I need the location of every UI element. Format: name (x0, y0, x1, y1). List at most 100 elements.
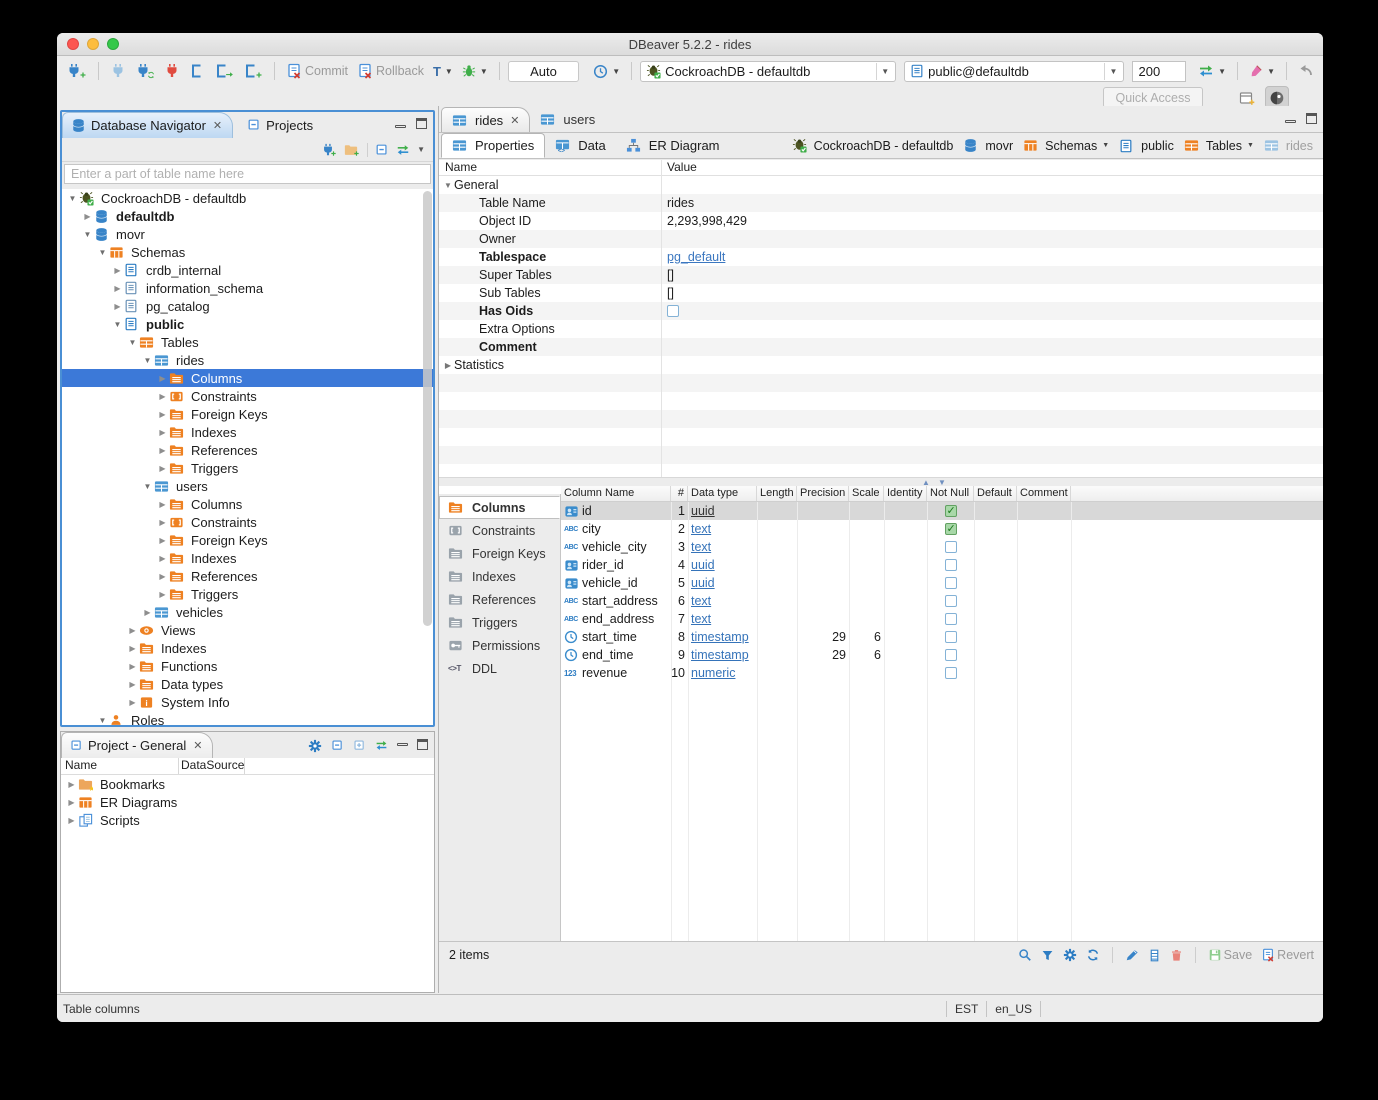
tree-item-pg-catalog[interactable]: ▶pg_catalog (62, 297, 433, 315)
project-item-bookmarks[interactable]: ▶Bookmarks (61, 775, 434, 793)
breadcrumb-movr[interactable]: movr (961, 137, 1015, 154)
properties-col-name[interactable]: Name (439, 160, 661, 175)
expander-open-icon[interactable]: ▼ (141, 356, 154, 365)
sidebar-item-triggers[interactable]: Triggers (439, 611, 560, 634)
edit-pencil-icon[interactable] (1125, 947, 1139, 962)
sidebar-item-references[interactable]: References (439, 588, 560, 611)
editor-tab-rides[interactable]: rides✕ (441, 107, 530, 132)
property-row-has-oids[interactable]: Has Oids (439, 302, 1323, 320)
tree-item-columns[interactable]: ▶Columns (62, 495, 433, 513)
expander-closed-icon[interactable]: ▶ (111, 302, 124, 311)
column-header-datasource[interactable]: DataSource (179, 758, 245, 774)
filter-icon[interactable] (1041, 947, 1054, 961)
expander-open-icon[interactable]: ▼ (81, 230, 94, 239)
expander-open-icon[interactable]: ▼ (66, 194, 79, 203)
property-row-sub-tables[interactable]: Sub Tables[] (439, 284, 1323, 302)
tab-database-navigator[interactable]: Database Navigator ✕ (62, 112, 233, 138)
expander-closed-icon[interactable]: ▶ (81, 212, 94, 221)
grid-row-start_time[interactable]: start_time8timestamp296 (561, 628, 1323, 646)
expand-all-icon[interactable] (353, 737, 366, 752)
subtab-er-diagram[interactable]: ER Diagram (616, 133, 730, 158)
close-icon[interactable]: ✕ (213, 119, 222, 132)
data-type-link[interactable]: timestamp (691, 630, 749, 644)
tree-item-constraints[interactable]: ▶Constraints (62, 387, 433, 405)
not-null-checkbox[interactable] (945, 559, 957, 571)
property-row-object-id[interactable]: Object ID2,293,998,429 (439, 212, 1323, 230)
data-type-link[interactable]: text (691, 522, 711, 536)
new-connection-button[interactable] (63, 61, 90, 81)
grid-header-comment[interactable]: Comment (1017, 486, 1071, 501)
sidebar-item-ddl[interactable]: <>TDDL (439, 657, 560, 680)
grid-row-vehicle_id[interactable]: vehicle_id5uuid (561, 574, 1323, 592)
data-type-link[interactable]: text (691, 612, 711, 626)
tree-item-indexes[interactable]: ▶Indexes (62, 639, 433, 657)
transaction-history-button[interactable]: ▼ (590, 62, 623, 81)
expander-closed-icon[interactable]: ▶ (126, 644, 139, 653)
data-type-link[interactable]: numeric (691, 666, 735, 680)
tree-item-tables[interactable]: ▼Tables (62, 333, 433, 351)
editor-tab-users[interactable]: users (530, 107, 605, 132)
has-oids-checkbox[interactable] (667, 305, 679, 317)
tree-item-users[interactable]: ▼users (62, 477, 433, 495)
refresh-button[interactable]: ▼ (1195, 61, 1229, 81)
tree-item-functions[interactable]: ▶Functions (62, 657, 433, 675)
table-filter-input[interactable] (71, 167, 424, 181)
view-menu-icon[interactable]: ▼ (417, 145, 425, 154)
expander-closed-icon[interactable]: ▶ (156, 590, 169, 599)
transaction-log-button[interactable]: T▼ (430, 62, 456, 81)
grid-row-start_address[interactable]: ABCstart_address6text (561, 592, 1323, 610)
minimize-view-icon[interactable] (397, 743, 408, 746)
not-null-checkbox[interactable] (945, 577, 957, 589)
grid-row-vehicle_city[interactable]: ABCvehicle_city3text (561, 538, 1323, 556)
project-item-er-diagrams[interactable]: ▶ER Diagrams (61, 793, 434, 811)
tree-item-indexes[interactable]: ▶Indexes (62, 423, 433, 441)
not-null-checkbox[interactable] (945, 541, 957, 553)
properties-column-divider[interactable] (661, 160, 662, 477)
tree-item-system-info[interactable]: ▶System Info (62, 693, 433, 711)
expander-open-icon[interactable]: ▼ (96, 248, 109, 257)
maximize-view-icon[interactable] (417, 739, 428, 750)
tree-item-data-types[interactable]: ▶Data types (62, 675, 433, 693)
property-row-general[interactable]: ▼General (439, 176, 1323, 194)
refresh-icon[interactable] (1086, 947, 1100, 962)
grid-header--[interactable]: # (671, 486, 688, 501)
expander-closed-icon[interactable]: ▶ (65, 816, 78, 825)
connection-selector[interactable]: CockroachDB - defaultdb ▼ (640, 61, 896, 82)
transaction-mode-button[interactable] (186, 61, 208, 81)
expander-open-icon[interactable]: ▼ (126, 338, 139, 347)
sidebar-item-indexes[interactable]: Indexes (439, 565, 560, 588)
tree-item-schemas[interactable]: ▼Schemas (62, 243, 433, 261)
expander-closed-icon[interactable]: ▶ (111, 284, 124, 293)
pane-splitter[interactable]: ▲ ▼ (439, 477, 1323, 486)
data-type-link[interactable]: uuid (691, 504, 715, 518)
tree-item-foreign-keys[interactable]: ▶Foreign Keys (62, 531, 433, 549)
grid-row-end_time[interactable]: end_time9timestamp296 (561, 646, 1323, 664)
data-type-link[interactable]: text (691, 594, 711, 608)
tree-item-roles[interactable]: ▼Roles (62, 711, 433, 725)
grid-header-identity[interactable]: Identity (884, 486, 927, 501)
tree-item-public[interactable]: ▼public (62, 315, 433, 333)
expander-closed-icon[interactable]: ▶ (156, 428, 169, 437)
grid-row-revenue[interactable]: 123revenue10numeric (561, 664, 1323, 682)
collapse-all-icon[interactable] (331, 737, 344, 752)
maximize-view-icon[interactable] (1306, 113, 1317, 124)
chevron-down-icon[interactable]: ▼ (1102, 142, 1109, 149)
grid-header-scale[interactable]: Scale (849, 486, 884, 501)
expander-closed-icon[interactable]: ▶ (126, 662, 139, 671)
grid-header-default[interactable]: Default (974, 486, 1017, 501)
expander-closed-icon[interactable]: ▶ (156, 464, 169, 473)
gear-icon[interactable] (1063, 947, 1077, 962)
tree-item-constraints[interactable]: ▶Constraints (62, 513, 433, 531)
tree-item-triggers[interactable]: ▶Triggers (62, 585, 433, 603)
tree-item-crdb-internal[interactable]: ▶crdb_internal (62, 261, 433, 279)
expander-open-icon[interactable]: ▼ (96, 716, 109, 725)
subtab-data[interactable]: Data (545, 133, 615, 158)
column-header-name[interactable]: Name (61, 758, 179, 774)
fetch-size-input[interactable]: 200 (1132, 61, 1186, 82)
add-row-icon[interactable] (1148, 947, 1161, 961)
tree-item-columns[interactable]: ▶Columns (62, 369, 433, 387)
expander-closed-icon[interactable]: ▶ (156, 518, 169, 527)
delete-row-icon[interactable] (1170, 947, 1183, 961)
tree-item-views[interactable]: ▶Views (62, 621, 433, 639)
expander-open-icon[interactable]: ▼ (141, 482, 154, 491)
